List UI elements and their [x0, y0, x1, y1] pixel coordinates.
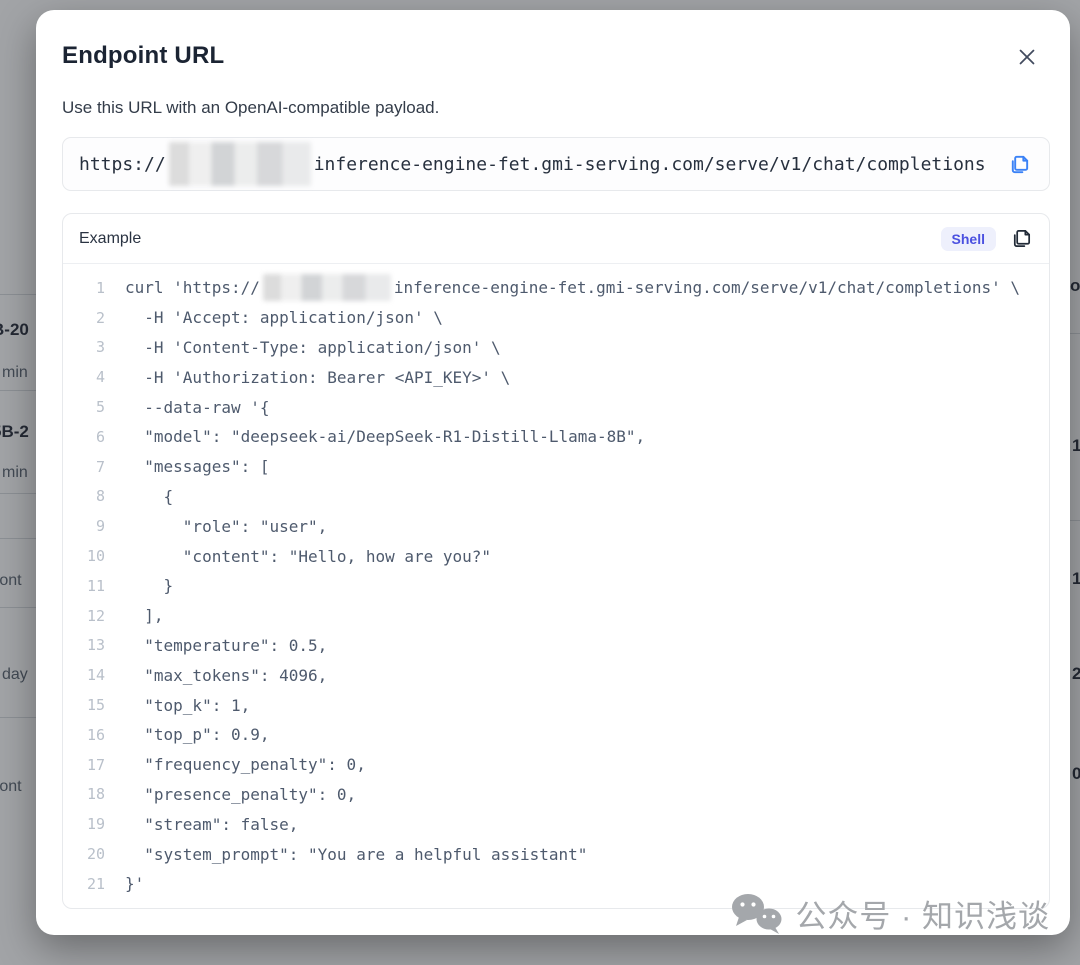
line-number: 17 [86, 755, 105, 774]
code-line: 5 --data-raw '{ [63, 392, 1049, 422]
wechat-icon [731, 893, 783, 935]
code-line: 10 "content": "Hello, how are you?" [63, 541, 1049, 571]
code-text: "content": "Hello, how are you?" [125, 546, 492, 566]
code-line: 20 "system_prompt": "You are a helpful a… [63, 839, 1049, 869]
code-line: 16 "top_p": 0.9, [63, 720, 1049, 750]
code-line: 12 ], [63, 601, 1049, 631]
code-text: } [125, 576, 174, 596]
code-text: }' [125, 874, 145, 894]
page-title: Endpoint URL [62, 42, 225, 69]
code-text: "model": "deepseek-ai/DeepSeek-R1-Distil… [125, 427, 646, 447]
code-line: 18 "presence_penalty": 0, [63, 780, 1049, 810]
code-line: 3 -H 'Content-Type: application/json' \ [63, 333, 1049, 363]
code-line: 8 { [63, 482, 1049, 512]
line-number: 20 [86, 845, 105, 864]
example-panel: Example Shell 1 curl 'https:// inference-e… [62, 213, 1050, 909]
line-number: 14 [86, 666, 105, 685]
redacted-url-blur [168, 142, 311, 186]
code-line: 11 } [63, 571, 1049, 601]
code-text: "top_k": 1, [125, 695, 251, 715]
code-text: "temperature": 0.5, [125, 635, 328, 655]
watermark-text: 公众号 · 知识浅谈 [795, 899, 1050, 934]
line-number: 10 [86, 547, 105, 566]
code-block[interactable]: 1 curl 'https:// inference-engine-fet.gmi-… [63, 264, 1049, 908]
code-text: inference-engine-fet.gmi-serving.com/ser… [393, 278, 1020, 298]
code-text: "stream": false, [125, 814, 299, 834]
code-line: 6 "model": "deepseek-ai/DeepSeek-R1-Dist… [63, 422, 1049, 452]
line-number: 12 [86, 606, 105, 625]
line-number: 1 [95, 278, 105, 297]
line-number: 5 [95, 398, 105, 417]
line-number: 9 [95, 517, 105, 536]
language-badge[interactable]: Shell [940, 226, 996, 251]
code-line: 1 curl 'https:// inference-engine-fet.gmi-… [63, 273, 1049, 303]
modal-header: Endpoint URL [62, 42, 1050, 72]
code-line: 7 "messages": [ [63, 452, 1049, 482]
code-line: 19 "stream": false, [63, 809, 1049, 839]
code-text: "max_tokens": 4096, [125, 665, 328, 685]
code-line: 13 "temperature": 0.5, [63, 631, 1049, 661]
line-number: 11 [86, 576, 105, 595]
example-label: Example [79, 229, 142, 247]
code-text: "frequency_penalty": 0, [125, 755, 366, 775]
code-line: 17 "frequency_penalty": 0, [63, 750, 1049, 780]
code-text: --data-raw '{ [125, 397, 270, 417]
code-text: -H 'Authorization: Bearer <API_KEY>' \ [125, 367, 511, 387]
line-number: 4 [95, 368, 105, 387]
code-line: 9 "role": "user", [63, 511, 1049, 541]
line-number: 19 [86, 815, 105, 834]
copy-url-icon[interactable] [1006, 151, 1033, 178]
code-line: 14 "max_tokens": 4096, [63, 660, 1049, 690]
code-line: 2 -H 'Accept: application/json' \ [63, 303, 1049, 333]
line-number: 18 [86, 785, 105, 804]
code-text: "role": "user", [125, 516, 328, 536]
code-text: curl 'https:// [125, 278, 260, 298]
url-suffix: inference-engine-fet.gmi-serving.com/ser… [313, 153, 986, 175]
code-text: -H 'Accept: application/json' \ [125, 308, 443, 328]
screen: B-20 min 5B-2 min mont day mont ol 1 1 2… [0, 0, 1080, 965]
line-number: 15 [86, 696, 105, 715]
line-number: 16 [86, 725, 105, 744]
example-panel-header: Example Shell [63, 214, 1049, 264]
redacted-url-blur [262, 274, 391, 302]
code-text: { [125, 486, 174, 506]
copy-code-icon[interactable] [1008, 225, 1035, 252]
line-number: 2 [95, 308, 105, 327]
close-icon[interactable] [1012, 42, 1042, 72]
watermark: 公众号 · 知识浅谈 [731, 891, 1050, 936]
code-text: "top_p": 0.9, [125, 725, 270, 745]
code-text: "messages": [ [125, 457, 270, 477]
line-number: 8 [95, 487, 105, 506]
code-text: "system_prompt": "You are a helpful assi… [125, 844, 588, 864]
line-number: 6 [95, 427, 105, 446]
code-text: "presence_penalty": 0, [125, 784, 357, 804]
url-prefix: https:// [79, 153, 166, 175]
line-number: 21 [86, 874, 105, 893]
endpoint-url-field[interactable]: https:// inference-engine-fet.gmi-servin… [62, 137, 1050, 191]
code-text: -H 'Content-Type: application/json' \ [125, 337, 501, 357]
code-text: ], [125, 606, 164, 626]
code-line: 15 "top_k": 1, [63, 690, 1049, 720]
line-number: 3 [95, 338, 105, 357]
endpoint-url-modal: Endpoint URL Use this URL with an OpenAI… [36, 10, 1070, 935]
code-line: 4 -H 'Authorization: Bearer <API_KEY>' \ [63, 362, 1049, 392]
line-number: 7 [95, 457, 105, 476]
modal-subtitle: Use this URL with an OpenAI-compatible p… [62, 98, 440, 117]
line-number: 13 [86, 636, 105, 655]
